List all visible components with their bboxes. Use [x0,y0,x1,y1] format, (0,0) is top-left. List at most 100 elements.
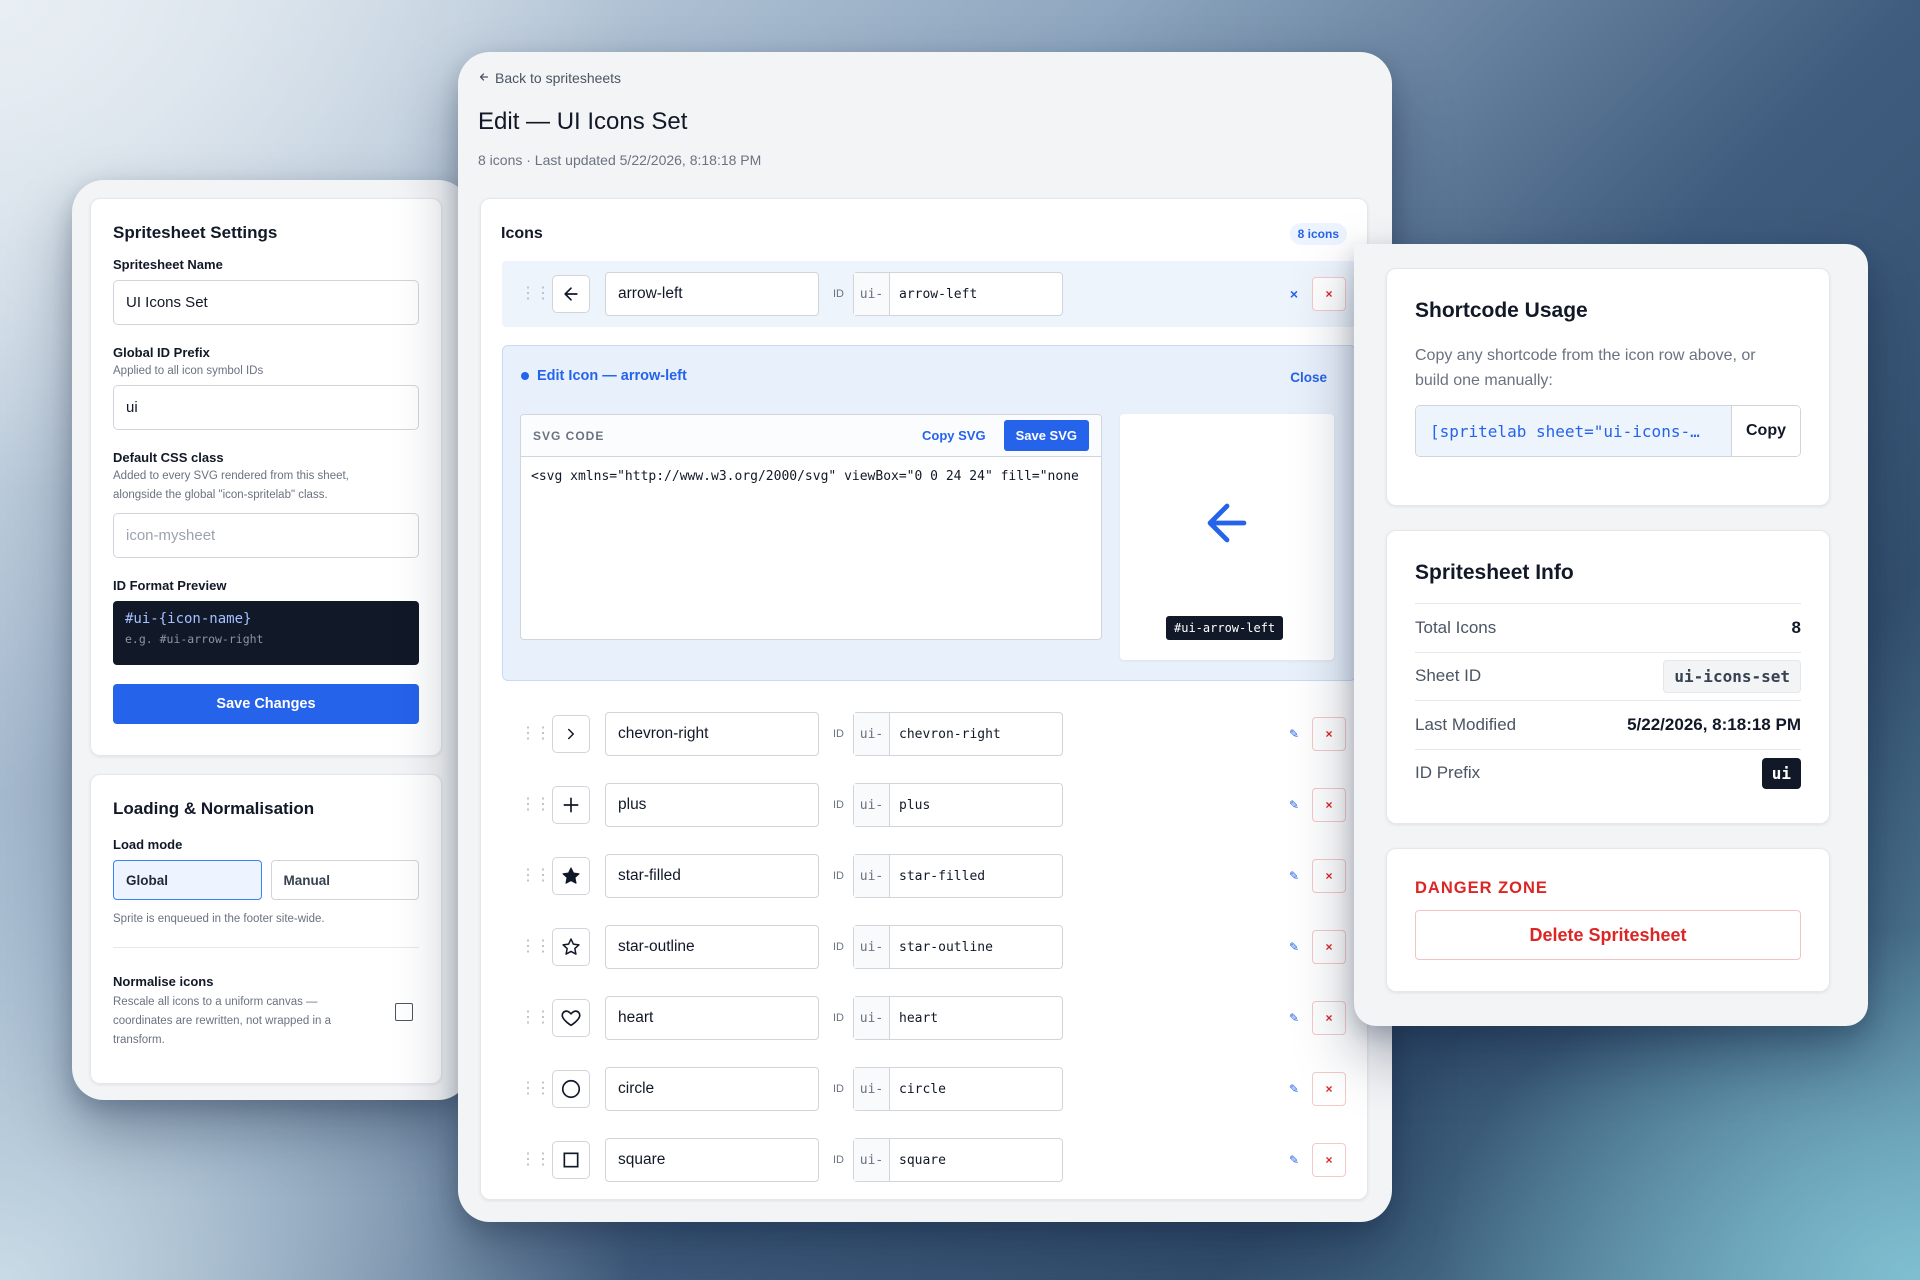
delete-icon-button[interactable]: × [1312,1143,1346,1177]
delete-icon-button[interactable]: × [1312,1072,1346,1106]
css-help-line: alongside the global "icon-spritelab" cl… [113,489,328,501]
delete-icon-button[interactable]: × [1312,930,1346,964]
settings-title: Spritesheet Settings [113,223,278,242]
delete-spritesheet-button[interactable]: Delete Spritesheet [1415,910,1801,960]
icon-id-input[interactable]: arrow-left [890,273,1062,315]
drag-handle-icon[interactable]: ⋮⋮ [520,1010,551,1026]
icon-name-input[interactable]: plus [605,783,819,827]
editor-title-text: Edit Icon — arrow-left [537,368,687,384]
edit-pencil-icon[interactable]: ✎ [1286,940,1302,954]
prefix-help: Applied to all icon symbol IDs [113,365,264,377]
css-help-line: Added to every SVG rendered from this sh… [113,470,349,482]
copy-shortcode-button[interactable]: Copy [1732,406,1800,456]
spritesheet-name-input[interactable]: UI Icons Set [113,280,419,325]
icon-id-input[interactable]: star-outline [890,926,1062,968]
icons-card: Icons 8 icons ⋮⋮ arrow-left ID ui- arrow… [480,198,1368,1200]
arrow-left-icon [478,70,490,86]
load-mode-toggle: Global Manual [113,860,419,900]
icons-heading: Icons [501,225,543,242]
global-prefix-input[interactable]: ui [113,385,419,430]
delete-icon-button[interactable]: × [1312,788,1346,822]
id-prefix: ui- [854,926,890,968]
icon-name-input[interactable]: chevron-right [605,712,819,756]
icon-id-input[interactable]: star-filled [890,855,1062,897]
info-row-sheet-id: Sheet ID ui-icons-set [1415,651,1801,701]
icon-name-input[interactable]: star-outline [605,925,819,969]
id-prefix: ui- [854,784,890,826]
normalise-row: Normalise icons Rescale all icons to a u… [113,974,419,1050]
delete-icon-button[interactable]: × [1312,1001,1346,1035]
drag-handle-icon[interactable]: ⋮⋮ [520,797,551,813]
page-title: Edit — UI Icons Set [478,108,688,135]
delete-icon-button[interactable]: × [1312,859,1346,893]
close-editor-button[interactable]: Close [1290,370,1327,385]
info-value: 8 [1791,617,1801,637]
back-link[interactable]: Back to spritesheets [478,70,621,86]
css-class-input[interactable]: icon-mysheet [113,513,419,558]
drag-handle-icon[interactable]: ⋮⋮ [520,868,551,884]
save-svg-button[interactable]: Save SVG [1003,420,1089,451]
preview-example: e.g. #ui-arrow-right [125,632,264,646]
icon-id-input[interactable]: square [890,1139,1062,1181]
shortcode-desc-line: Copy any shortcode from the icon row abo… [1415,347,1756,364]
info-row-total: Total Icons 8 [1415,603,1801,652]
icon-id-field: ui- star-filled [853,854,1063,898]
icon-name-input[interactable]: star-filled [605,854,819,898]
icon-id-field: ui- plus [853,783,1063,827]
id-label: ID [833,288,844,300]
arrow-left-icon [552,275,590,313]
load-mode-global[interactable]: Global [113,860,262,900]
edit-pencil-icon[interactable]: ✎ [1286,727,1302,741]
icon-name-input[interactable]: square [605,1138,819,1182]
icon-id-input[interactable]: circle [890,1068,1062,1110]
load-mode-manual[interactable]: Manual [270,860,419,900]
icon-row: ⋮⋮ star-outline ID ui- star-outline ✎ × [502,914,1356,980]
star-outline-icon [552,928,590,966]
id-format-preview: #ui-{icon-name} e.g. #ui-arrow-right [113,601,419,665]
edit-pencil-icon[interactable]: ✎ [1286,798,1302,812]
shortcode-field-group: [spritelab sheet="ui-icons-… Copy [1415,405,1801,457]
icon-id-field: ui- chevron-right [853,712,1063,756]
save-changes-button[interactable]: Save Changes [113,684,419,724]
info-key: Total Icons [1415,617,1497,637]
svg-code-textarea[interactable]: <svg xmlns="http://www.w3.org/2000/svg" … [521,457,1101,496]
edit-pencil-icon[interactable]: ✎ [1286,1153,1302,1167]
drag-handle-icon[interactable]: ⋮⋮ [520,286,551,302]
normalise-help-line: coordinates are rewritten, not wrapped i… [113,1015,331,1027]
normalise-checkbox[interactable] [395,1003,413,1021]
info-key: ID Prefix [1415,763,1481,783]
drag-handle-icon[interactable]: ⋮⋮ [520,1152,551,1168]
icon-row: ⋮⋮ plus ID ui- plus ✎ × [502,772,1356,838]
delete-icon-button[interactable]: × [1312,717,1346,751]
edit-pencil-icon[interactable]: ✎ [1286,869,1302,883]
prefix-label: Global ID Prefix [113,345,210,360]
id-prefix: ui- [854,997,890,1039]
normalise-help: Rescale all icons to a uniform canvas — … [113,993,331,1050]
active-dot [521,372,529,380]
icon-row: ⋮⋮ star-filled ID ui- star-filled ✎ × [502,843,1356,909]
drag-handle-icon[interactable]: ⋮⋮ [520,726,551,742]
icon-name-input[interactable]: heart [605,996,819,1040]
copy-svg-button[interactable]: Copy SVG [922,428,986,443]
icon-id-input[interactable]: heart [890,997,1062,1039]
collapse-editor-icon[interactable]: × [1286,286,1302,302]
divider [113,947,419,948]
shortcode-input[interactable]: [spritelab sheet="ui-icons-… [1416,406,1732,456]
icon-name-input[interactable]: circle [605,1067,819,1111]
id-label: ID [833,1083,844,1095]
drag-handle-icon[interactable]: ⋮⋮ [520,1081,551,1097]
shortcode-desc-line: build one manually: [1415,372,1553,389]
edit-pencil-icon[interactable]: ✎ [1286,1082,1302,1096]
spritesheet-settings-card: Spritesheet Settings Spritesheet Name UI… [90,198,442,756]
icon-id-input[interactable]: chevron-right [890,713,1062,755]
shortcode-usage-card: Shortcode Usage Copy any shortcode from … [1386,268,1830,506]
edit-pencil-icon[interactable]: ✎ [1286,1011,1302,1025]
shortcode-description: Copy any shortcode from the icon row abo… [1415,343,1801,393]
icon-id-input[interactable]: plus [890,784,1062,826]
icon-name-input[interactable]: arrow-left [605,272,819,316]
load-mode-label: Load mode [113,837,183,852]
id-preview-label: ID Format Preview [113,578,227,593]
delete-icon-button[interactable]: × [1312,277,1346,311]
info-list: Total Icons 8 Sheet ID ui-icons-set Last… [1415,603,1801,797]
drag-handle-icon[interactable]: ⋮⋮ [520,939,551,955]
